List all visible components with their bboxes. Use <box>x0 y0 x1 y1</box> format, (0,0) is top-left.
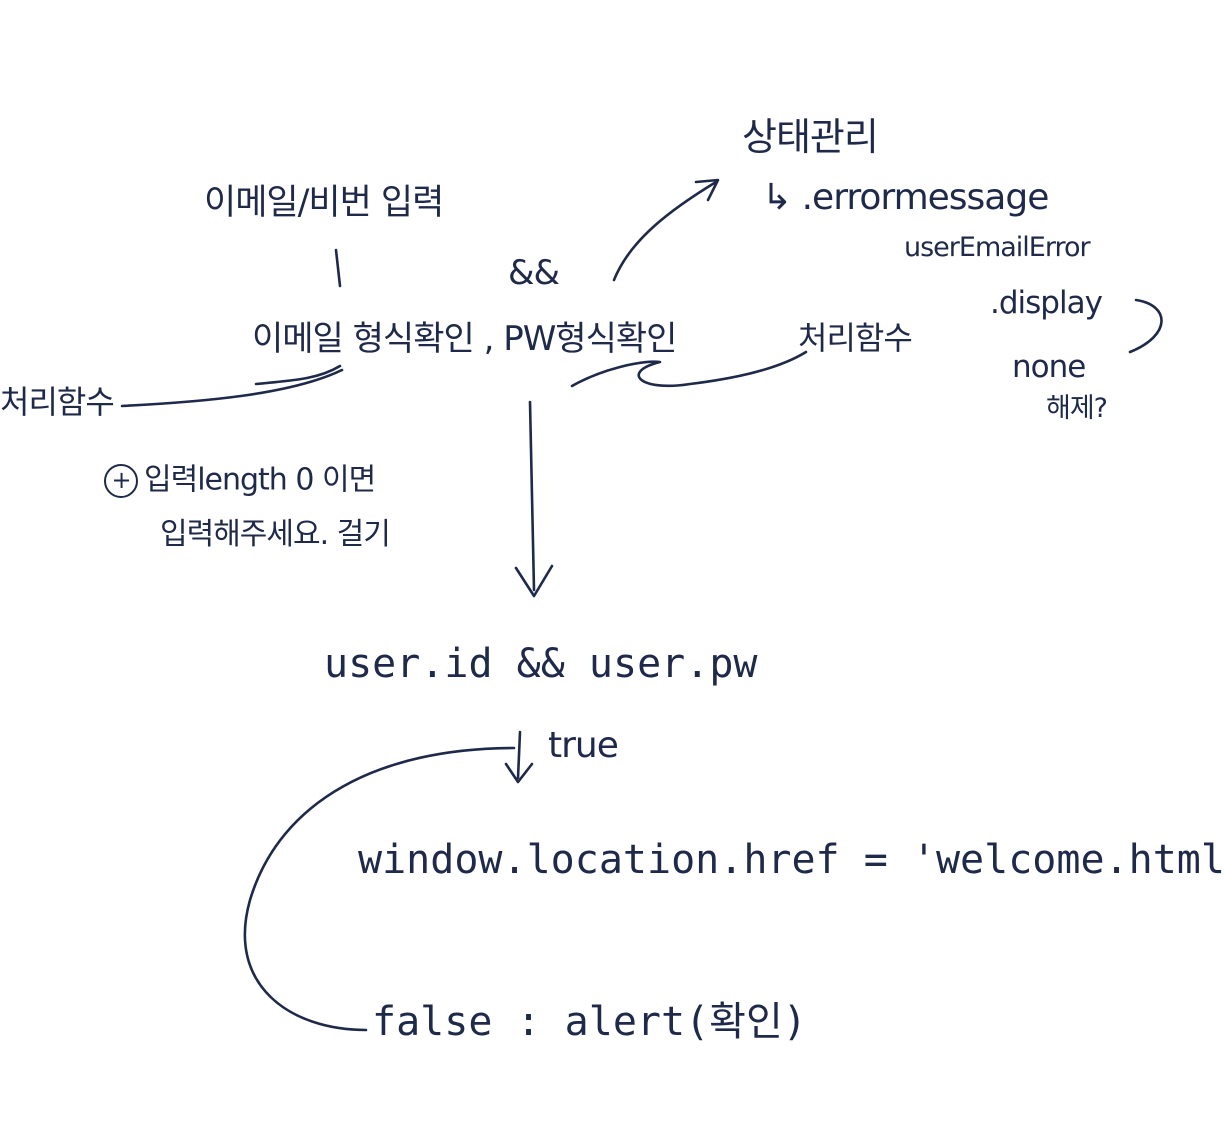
arrow-to-state-management <box>612 180 718 282</box>
redirect-statement: window.location.href = 'welcome.html' <box>358 837 1224 883</box>
input-label: 이메일/비번 입력 <box>204 183 444 223</box>
input-connector-line <box>334 248 342 288</box>
question-label: 해제? <box>1046 393 1108 424</box>
display-label: .display <box>990 285 1103 321</box>
whiteboard-canvas: 상태관리 ↳ .errormessage userEmailError .dis… <box>0 0 1224 1125</box>
format-check-label: 이메일 형식확인 , PW형식확인 <box>252 319 677 359</box>
left-handler-line <box>120 368 344 408</box>
true-label: true <box>548 725 619 766</box>
empty-input-note-line2: 입력해주세요. 걸기 <box>160 517 391 552</box>
left-handler-label: 처리함수 <box>0 383 115 421</box>
plus-icon: + <box>104 464 138 498</box>
false-branch-curve <box>243 746 516 1032</box>
true-down-arrow <box>516 730 522 780</box>
and-operator-label: && <box>508 253 560 293</box>
user-email-error-label: userEmailError <box>904 232 1091 263</box>
main-down-arrow <box>528 400 536 592</box>
empty-input-note-line1: 입력length 0 이면 <box>144 462 376 498</box>
empty-input-note: + 입력length 0 이면 <box>104 462 376 498</box>
state-management-label: 상태관리 <box>742 115 879 159</box>
right-handler-label: 처리함수 <box>798 319 913 357</box>
sketch-strokes <box>120 178 1163 1032</box>
error-message-label: ↳ .errormessage <box>762 177 1049 218</box>
user-credential-check: user.id && user.pw <box>324 641 758 687</box>
false-branch-statement: false : alert(확인) <box>372 999 807 1045</box>
none-label: none <box>1012 349 1086 385</box>
display-curl <box>1128 298 1163 354</box>
